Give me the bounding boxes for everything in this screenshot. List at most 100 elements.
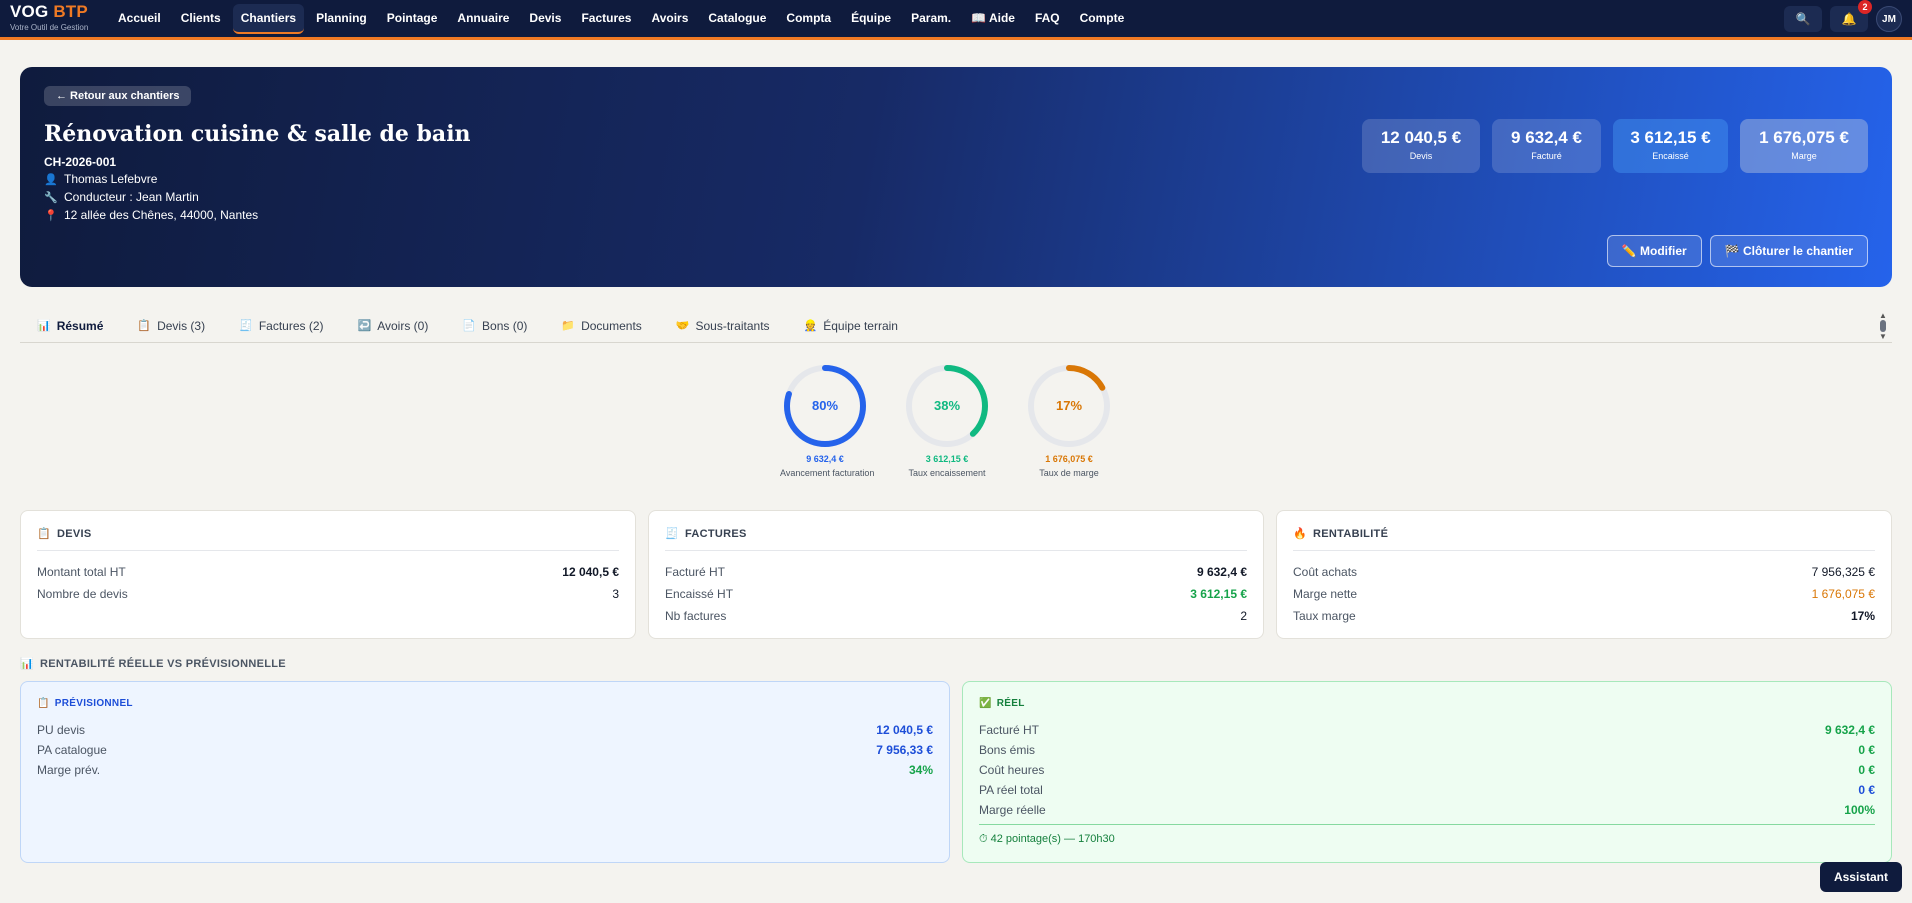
search-button[interactable]: 🔍 [1784, 6, 1822, 32]
stat-row: Facturé HT 9 632,4 € [979, 720, 1875, 740]
stat-label: Coût achats [1293, 565, 1358, 579]
tab-avoirs[interactable]: ↩️ Avoirs (0) [341, 309, 446, 343]
stat-row: PA réel total 0 € [979, 780, 1875, 800]
chantier-header: ← Retour aux chantiers Rénovation cuisin… [20, 67, 1892, 287]
tab-label: Devis (3) [157, 318, 206, 333]
tab-devis[interactable]: 📋 Devis (3) [120, 309, 222, 343]
tab-documents[interactable]: 📁 Documents [544, 309, 658, 343]
reel-panel: ✅ RÉEL Facturé HT 9 632,4 € Bons émis 0 … [962, 681, 1892, 863]
stat-label: Coût heures [979, 763, 1045, 777]
stat-label: PU devis [37, 723, 86, 737]
notifications-button[interactable]: 🔔 2 [1830, 0, 1872, 32]
stat-label: Montant total HT [37, 565, 126, 579]
nav-item-param[interactable]: Param. [903, 4, 959, 34]
gauge-amount: 1 676,075 € [1045, 454, 1093, 464]
nav-item-compte[interactable]: Compte [1072, 4, 1133, 34]
fire-icon: 🔥 [1293, 528, 1307, 540]
stat-label: Nombre de devis [37, 587, 128, 601]
gauge-label: Taux encaissement [908, 468, 986, 478]
nav-item-planning[interactable]: Planning [308, 4, 375, 34]
stat-value: 3 [612, 587, 619, 601]
back-to-chantiers-button[interactable]: ← Retour aux chantiers [44, 86, 192, 106]
gauge-avancement-facturation: 80% 9 632,4 € Avancement facturation [780, 362, 875, 478]
tabs-scrollbar[interactable]: ▲ ▼ [1878, 311, 1888, 341]
modify-button[interactable]: ✏️ Modifier [1606, 235, 1702, 267]
stat-value: 12 040,5 € [562, 565, 619, 579]
stat-value: 0 € [1858, 763, 1875, 777]
tab-label: Documents [581, 318, 642, 333]
nav-item-aide[interactable]: 📖 Aide [963, 4, 1023, 34]
nav-item-devis[interactable]: Devis [521, 4, 569, 34]
tab-bons[interactable]: 📄 Bons (0) [445, 309, 544, 343]
gauge-percent: 17% [1056, 398, 1082, 413]
nav-item-faq[interactable]: FAQ [1027, 4, 1068, 34]
nav-item-equipe[interactable]: Équipe [843, 4, 899, 34]
panel-title: ✅ RÉEL [979, 698, 1025, 709]
gauge-taux-marge: 17% 1 676,075 € Taux de marge [1024, 362, 1114, 478]
stat-row: PU devis 12 040,5 € [37, 720, 933, 740]
nav-item-compta[interactable]: Compta [778, 4, 839, 34]
wrench-icon: 🔧 [44, 191, 58, 204]
gauge-label: Avancement facturation [780, 468, 875, 478]
kpi-label: Marge [1791, 151, 1817, 161]
nav-item-accueil[interactable]: Accueil [110, 4, 169, 34]
pin-icon: 📍 [44, 209, 58, 222]
section-title-text: RENTABILITÉ RÉELLE VS PRÉVISIONNELLE [40, 657, 286, 670]
nav-item-pointage[interactable]: Pointage [379, 4, 446, 34]
chantier-tabs: 📊 Résumé 📋 Devis (3) 🧾 Factures (2) ↩️ A… [20, 309, 1892, 343]
nav-item-factures[interactable]: Factures [573, 4, 639, 34]
receipt-icon: 🧾 [665, 528, 679, 540]
close-chantier-button[interactable]: 🏁 Clôturer le chantier [1709, 235, 1868, 267]
brand-logo[interactable]: VOG BTP Votre Outil de Gestion [10, 2, 88, 32]
kpi-summary: 12 040,5 € Devis 9 632,4 € Facturé 3 612… [1362, 119, 1868, 173]
stat-label: Facturé HT [979, 723, 1040, 737]
card-header: 🔥 RENTABILITÉ [1293, 527, 1875, 551]
tab-factures[interactable]: 🧾 Factures (2) [222, 309, 340, 343]
tab-equipe-terrain[interactable]: 👷 Équipe terrain [787, 309, 915, 343]
handshake-icon: 🤝 [675, 320, 690, 332]
tab-label: Résumé [56, 318, 104, 333]
nav-item-clients[interactable]: Clients [173, 4, 229, 34]
scroll-up-icon: ▲ [1879, 311, 1887, 320]
gauge-percent: 38% [934, 398, 960, 413]
stat-label: Encaissé HT [665, 587, 734, 601]
nav-item-catalogue[interactable]: Catalogue [700, 4, 774, 34]
user-avatar[interactable]: JM [1876, 6, 1902, 32]
assistant-button[interactable]: Assistant [1819, 862, 1902, 892]
kpi-value: 12 040,5 € [1380, 128, 1462, 147]
gauge-taux-encaissement: 38% 3 612,15 € Taux encaissement [902, 362, 992, 478]
stat-value: 9 632,4 € [1824, 723, 1875, 737]
stat-row: Nb factures 2 [665, 605, 1247, 627]
clipboard-icon: 📋 [37, 698, 50, 709]
checkered-flag-icon: 🏁 [1724, 244, 1740, 258]
close-chantier-label: Clôturer le chantier [1742, 244, 1853, 258]
kpi-label: Facturé [1531, 151, 1562, 161]
stat-label: Marge prév. [37, 763, 101, 777]
panel-title: 📋 PRÉVISIONNEL [37, 698, 133, 709]
clipboard-icon: 📋 [137, 320, 152, 332]
stat-label: Taux marge [1293, 609, 1356, 623]
nav-item-avoirs[interactable]: Avoirs [643, 4, 696, 34]
stat-value: 17% [1850, 609, 1875, 623]
nav-item-annuaire[interactable]: Annuaire [449, 4, 517, 34]
stat-row: Marge réelle 100% [979, 800, 1875, 820]
previsionnel-panel: 📋 PRÉVISIONNEL PU devis 12 040,5 € PA ca… [20, 681, 950, 863]
clipboard-icon: 📋 [37, 528, 51, 540]
client-line: 👤 Thomas Lefebvre [44, 172, 157, 186]
header-actions: ✏️ Modifier 🏁 Clôturer le chantier [1606, 235, 1868, 267]
chart-icon: 📊 [20, 658, 34, 670]
document-icon: 📄 [462, 320, 477, 332]
bell-icon: 🔔 [1841, 12, 1857, 26]
gauge-label: Taux de marge [1039, 468, 1099, 478]
tab-label: Bons (0) [482, 318, 528, 333]
stat-label: PA catalogue [37, 743, 107, 757]
stat-label: Facturé HT [665, 565, 726, 579]
stat-value: 12 040,5 € [876, 723, 933, 737]
modify-label: Modifier [1640, 244, 1687, 258]
nav-item-chantiers[interactable]: Chantiers [232, 4, 305, 34]
tab-label: Factures (2) [258, 318, 324, 333]
scrollbar-thumb[interactable] [1880, 320, 1886, 332]
kpi-label: Encaissé [1652, 151, 1689, 161]
tab-resume[interactable]: 📊 Résumé [20, 309, 120, 343]
tab-sous-traitants[interactable]: 🤝 Sous-traitants [659, 309, 787, 343]
